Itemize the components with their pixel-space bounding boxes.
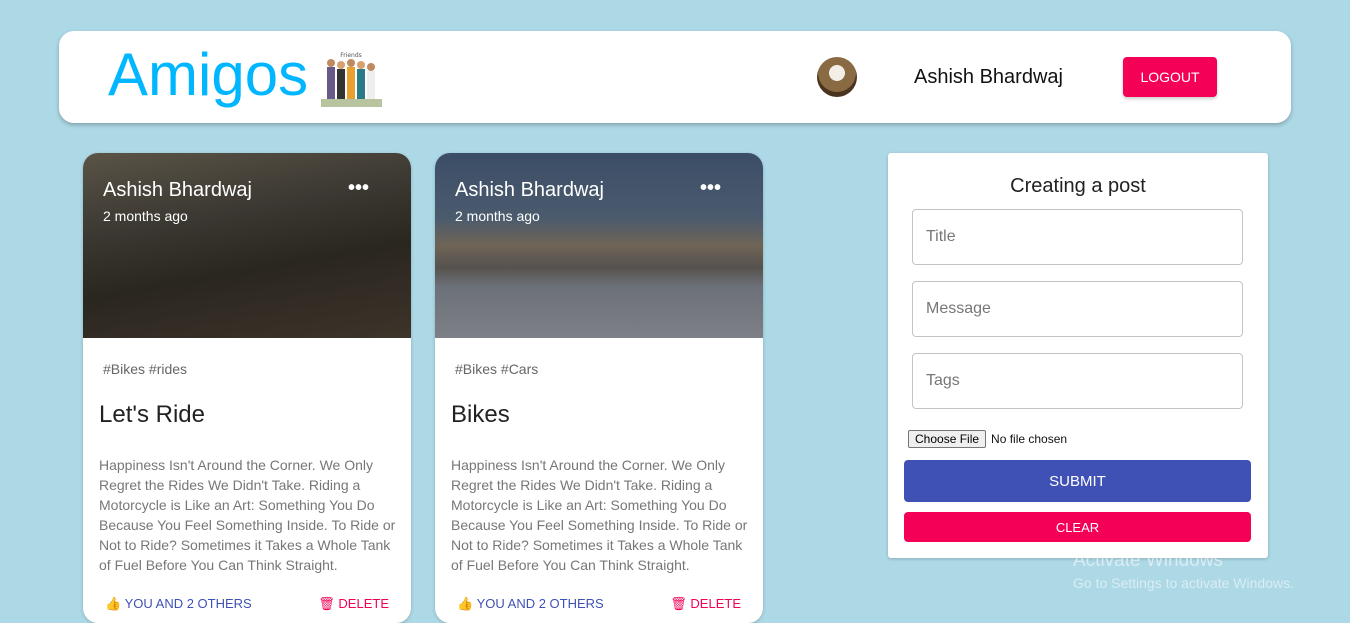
post-message: Happiness Isn't Around the Corner. We On… bbox=[451, 457, 748, 573]
like-button[interactable]: 👍 YOU AND 2 OTHERS bbox=[457, 596, 604, 612]
clear-button[interactable]: CLEAR bbox=[904, 512, 1251, 542]
trash-icon: 🗑 bbox=[670, 596, 687, 611]
post-tags: #Bikes #Cars bbox=[455, 361, 539, 377]
delete-button[interactable]: 🗑 DELETE bbox=[318, 596, 389, 612]
thumb-up-icon: 👍 bbox=[105, 596, 122, 611]
tags-input[interactable] bbox=[912, 353, 1243, 409]
post-title: Bikes bbox=[451, 401, 510, 428]
delete-button[interactable]: 🗑 DELETE bbox=[670, 596, 741, 612]
svg-text:Friends: Friends bbox=[340, 52, 362, 59]
post-author: Ashish Bhardwaj bbox=[455, 179, 604, 201]
create-post-form: Creating a post Choose File No file chos… bbox=[888, 153, 1268, 558]
like-button[interactable]: 👍 YOU AND 2 OTHERS bbox=[105, 596, 252, 612]
activate-windows-watermark: Activate Windows bbox=[1073, 550, 1223, 571]
title-input[interactable] bbox=[912, 209, 1243, 265]
message-input[interactable] bbox=[912, 281, 1243, 337]
more-options-icon[interactable]: ••• bbox=[348, 177, 369, 200]
like-count: YOU AND 2 OTHERS bbox=[124, 596, 252, 611]
choose-file-button[interactable]: Choose File bbox=[908, 430, 987, 448]
post-time: 2 months ago bbox=[455, 208, 540, 224]
delete-label: DELETE bbox=[690, 596, 741, 611]
submit-button[interactable]: SUBMIT bbox=[904, 460, 1251, 502]
trash-icon: 🗑 bbox=[318, 596, 335, 611]
thumb-up-icon: 👍 bbox=[457, 596, 474, 611]
post-tags: #Bikes #rides bbox=[103, 361, 188, 377]
post-title: Let's Ride bbox=[99, 401, 205, 428]
activate-windows-hint: Go to Settings to activate Windows. bbox=[1073, 575, 1294, 591]
app-bar: Amigos Friends Ashish Bhardwaj LOGOUT bbox=[59, 31, 1291, 123]
more-options-icon[interactable]: ••• bbox=[700, 177, 721, 200]
file-status: No file chosen bbox=[991, 432, 1068, 446]
user-name: Ashish Bhardwaj bbox=[914, 66, 1063, 88]
post-message: Happiness Isn't Around the Corner. We On… bbox=[99, 457, 396, 573]
post-image: Ashish Bhardwaj 2 months ago ••• bbox=[83, 153, 411, 338]
friends-logo-image: Friends bbox=[321, 52, 382, 107]
file-input: Choose File No file chosen bbox=[908, 430, 1067, 448]
post-card: Ashish Bhardwaj 2 months ago ••• #Bikes … bbox=[83, 153, 411, 623]
form-title: Creating a post bbox=[1010, 175, 1146, 197]
post-image: Ashish Bhardwaj 2 months ago ••• bbox=[435, 153, 763, 338]
post-author: Ashish Bhardwaj bbox=[103, 179, 252, 201]
logout-button[interactable]: LOGOUT bbox=[1123, 57, 1217, 97]
post-card: Ashish Bhardwaj 2 months ago ••• #Bikes … bbox=[435, 153, 763, 623]
delete-label: DELETE bbox=[338, 596, 389, 611]
brand-title[interactable]: Amigos bbox=[108, 41, 308, 109]
like-count: YOU AND 2 OTHERS bbox=[476, 596, 604, 611]
post-time: 2 months ago bbox=[103, 208, 188, 224]
user-avatar[interactable] bbox=[817, 57, 857, 97]
